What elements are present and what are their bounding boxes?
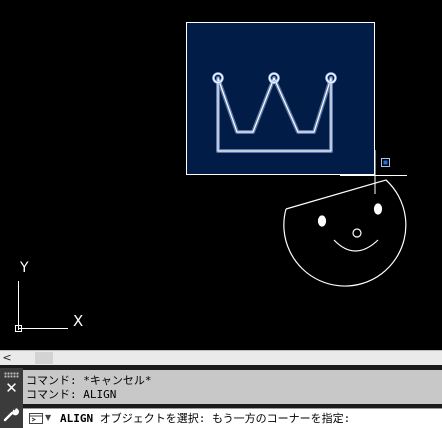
drawing-area[interactable]: Y X (0, 0, 442, 350)
horizontal-scrollbar[interactable]: < (0, 350, 442, 365)
face-object[interactable] (283, 179, 407, 287)
scroll-left-button[interactable]: < (0, 351, 14, 365)
command-input[interactable]: ▼ ALIGN オブジェクトを選択: もう一方のコーナーを指定: (23, 408, 442, 428)
drag-grip-handle[interactable] (4, 372, 19, 378)
autocad-window: Y X < ✕ コマンド: *キャンセル* コマンド: ALIGN ▼ ALIG… (0, 0, 442, 428)
command-prompt-icon[interactable] (29, 413, 43, 424)
command-prompt-message: オブジェクトを選択: もう一方のコーナーを指定: (93, 412, 351, 425)
ucs-x-label: X (73, 312, 84, 330)
command-line-panel: ✕ コマンド: *キャンセル* コマンド: ALIGN ▼ ALIGN オブジェ… (0, 365, 442, 428)
command-history: コマンド: *キャンセル* コマンド: ALIGN (23, 370, 442, 404)
chevron-down-icon[interactable]: ▼ (45, 411, 51, 425)
history-line: コマンド: *キャンセル* (26, 374, 152, 387)
grip-center (383, 160, 388, 165)
history-line: コマンド: ALIGN (26, 388, 117, 401)
command-line-toolbar: ✕ (0, 368, 23, 428)
scrollbar-thumb[interactable] (35, 352, 53, 364)
command-prompt-text: ALIGN オブジェクトを選択: もう一方のコーナーを指定: (60, 412, 350, 425)
ucs-y-label: Y (20, 260, 29, 276)
command-name: ALIGN (60, 412, 94, 425)
close-icon[interactable]: ✕ (4, 381, 19, 396)
ucs-icon (15, 281, 68, 332)
drawing-canvas[interactable] (0, 0, 442, 350)
wrench-icon[interactable] (3, 405, 20, 422)
